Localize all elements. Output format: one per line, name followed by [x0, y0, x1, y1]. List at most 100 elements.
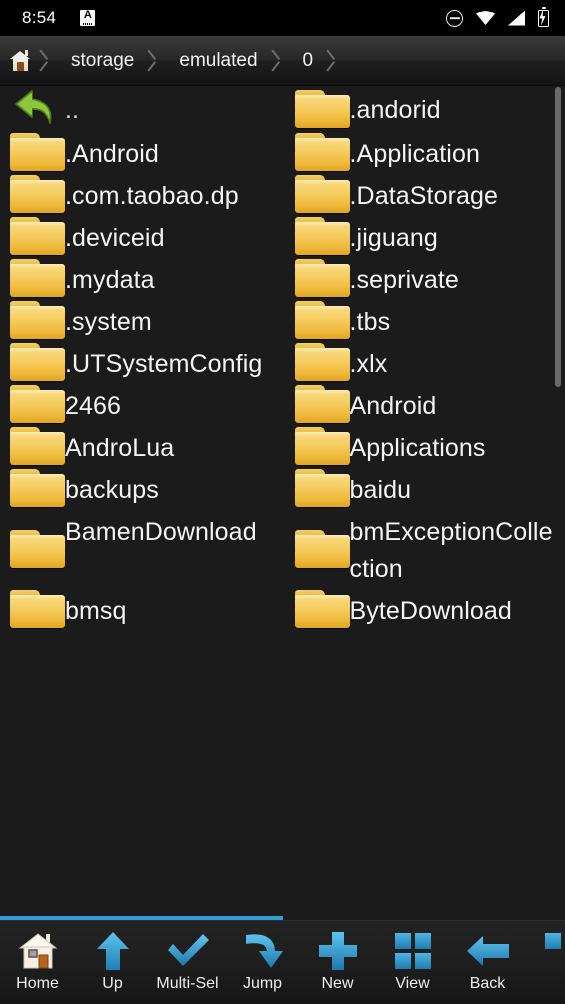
file-name-label: .Android: [65, 140, 159, 168]
table-row: .mydata .seprivate: [0, 257, 565, 299]
file-list-item[interactable]: .xlx: [283, 341, 565, 383]
toolbar-button-label: New: [321, 975, 354, 992]
file-name-label: .Application: [349, 140, 480, 168]
table-row: AndroLua Applications: [0, 425, 565, 467]
folder-icon: [10, 385, 65, 423]
folder-icon: [10, 529, 65, 568]
folder-icon: [294, 133, 350, 171]
file-list-item[interactable]: BamenDownload: [0, 509, 283, 588]
folder-icon: [10, 301, 65, 339]
file-name-label: .mydata: [65, 266, 155, 294]
toolbar-button-view[interactable]: View: [375, 921, 450, 1004]
file-list-item[interactable]: .deviceid: [0, 215, 283, 257]
file-name-label: .DataStorage: [349, 182, 499, 210]
folder-icon: [10, 217, 65, 255]
file-name-label: .andorid: [349, 96, 441, 124]
file-list-item[interactable]: Applications: [283, 425, 565, 467]
breadcrumb-separator-icon: [146, 36, 163, 85]
file-list-item[interactable]: .UTSystemConfig: [0, 341, 283, 383]
toolbar-button-back[interactable]: Back: [450, 921, 525, 1004]
toolbar-button-label: Back: [469, 975, 506, 992]
file-name-label: Applications: [349, 434, 486, 462]
toolbar-button-overflow[interactable]: [525, 921, 565, 1004]
file-name-label: 2466: [65, 392, 122, 420]
file-name-label: BamenDownload: [65, 518, 257, 546]
breadcrumb-separator-icon: [270, 36, 287, 85]
folder-icon: [294, 385, 350, 423]
file-list-item[interactable]: bmExceptionCollection: [283, 509, 565, 588]
file-name-label: .jiguang: [349, 224, 438, 252]
table-row: .com.taobao.dp .DataStorage: [0, 173, 565, 215]
grid-icon-partial: [539, 929, 565, 973]
toolbar-button-jump[interactable]: Jump: [225, 921, 300, 1004]
toolbar-button-home[interactable]: Home: [0, 921, 75, 1004]
file-list-item[interactable]: .andorid: [283, 87, 565, 131]
file-list-item[interactable]: .Android: [0, 131, 283, 173]
file-name-label: bmsq: [65, 597, 127, 625]
file-list-item[interactable]: .mydata: [0, 257, 283, 299]
file-list-item[interactable]: Android: [283, 383, 565, 425]
plus-icon: [314, 929, 362, 973]
file-list-item[interactable]: backups: [0, 467, 283, 509]
file-list-item[interactable]: .tbs: [283, 299, 565, 341]
toolbar-button-label: Up: [102, 975, 123, 992]
file-name-label: AndroLua: [65, 434, 175, 462]
table-row: backups baidu: [0, 467, 565, 509]
folder-icon: [294, 343, 350, 381]
file-list-item[interactable]: bmsq: [0, 588, 283, 630]
home-icon: [14, 929, 62, 973]
file-list-item[interactable]: 2466: [0, 383, 283, 425]
file-list-item[interactable]: .jiguang: [283, 215, 565, 257]
file-list-item[interactable]: .Application: [283, 131, 565, 173]
table-row: .UTSystemConfig .xlx: [0, 341, 565, 383]
file-name-label: Android: [349, 392, 437, 420]
table-row: .Android .Application: [0, 131, 565, 173]
breadcrumb-home-button[interactable]: [0, 36, 38, 85]
file-list-item[interactable]: baidu: [283, 467, 565, 509]
folder-icon: [10, 175, 65, 213]
toolbar-button-label: Jump: [242, 975, 283, 992]
table-row: .system .tbs: [0, 299, 565, 341]
folder-icon: [10, 133, 65, 171]
file-list-item[interactable]: AndroLua: [0, 425, 283, 467]
folder-icon: [294, 427, 350, 465]
table-row: BamenDownload bmExceptionCollection: [0, 509, 565, 588]
table-row: .deviceid .jiguang: [0, 215, 565, 257]
do-not-disturb-icon: [446, 9, 463, 27]
grid-icon: [389, 929, 437, 973]
file-list-item[interactable]: .system: [0, 299, 283, 341]
file-list-item[interactable]: ByteDownload: [283, 588, 565, 630]
file-list-item[interactable]: ..: [0, 87, 283, 131]
file-name-label: .seprivate: [349, 266, 459, 294]
toolbar-button-new[interactable]: New: [300, 921, 375, 1004]
folder-icon: [10, 469, 65, 507]
folder-icon: [10, 590, 65, 628]
table-row: 2466 Android: [0, 383, 565, 425]
file-name-label: .xlx: [349, 350, 388, 378]
file-list-item[interactable]: .com.taobao.dp: [0, 173, 283, 215]
folder-icon: [294, 90, 350, 128]
file-list-item[interactable]: .DataStorage: [283, 173, 565, 215]
folder-icon: [294, 259, 350, 297]
app-badge-icon: A: [80, 10, 96, 26]
breadcrumb-segment-emulated[interactable]: emulated: [163, 36, 269, 85]
home-icon: [10, 49, 30, 71]
breadcrumb-segment-storage[interactable]: storage: [55, 36, 146, 85]
file-name-label: ByteDownload: [349, 597, 512, 625]
file-list-item[interactable]: .seprivate: [283, 257, 565, 299]
folder-icon: [294, 175, 350, 213]
vertical-scrollbar[interactable]: [555, 87, 561, 387]
file-name-label: backups: [65, 476, 159, 504]
toolbar-button-label: View: [395, 975, 430, 992]
toolbar-button-up[interactable]: Up: [75, 921, 150, 1004]
breadcrumb-segment-0[interactable]: 0: [287, 36, 326, 85]
toolbar-button-multi-sel[interactable]: Multi-Sel: [150, 921, 225, 1004]
breadcrumb-separator-icon: [325, 36, 342, 85]
toolbar-button-label: Home: [16, 975, 59, 992]
checkmark-icon: [164, 929, 212, 973]
breadcrumb-separator-icon: [38, 36, 55, 85]
back-arrow-icon: [10, 87, 65, 131]
file-list[interactable]: .. .andorid .Android .Application .com.taoba…: [0, 87, 565, 920]
folder-icon: [10, 259, 65, 297]
wifi-icon: [476, 11, 495, 25]
